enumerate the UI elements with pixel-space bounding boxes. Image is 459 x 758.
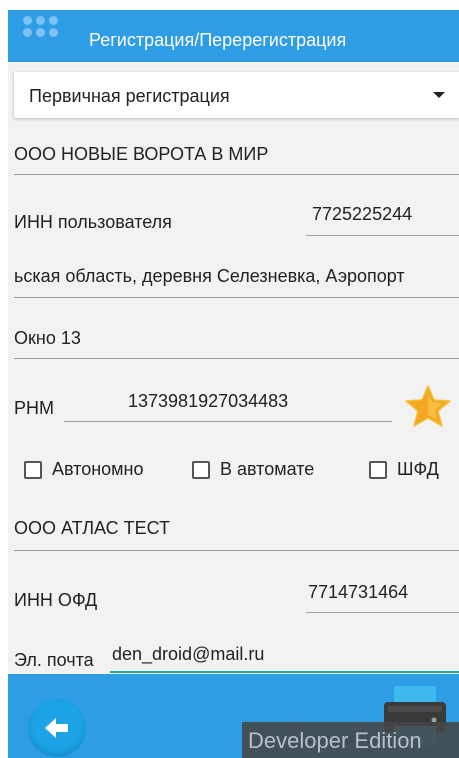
ofd-inn-underline bbox=[306, 612, 459, 613]
registration-type-value: Первичная регистрация bbox=[29, 86, 230, 106]
window-underline bbox=[14, 358, 459, 359]
address-underline bbox=[14, 297, 459, 298]
address-field[interactable]: ьская область, деревня Селезневка, Аэроп… bbox=[14, 266, 459, 287]
watermark-text: Developer Edition bbox=[248, 728, 422, 753]
checkbox-box bbox=[24, 460, 42, 479]
rnm-field[interactable]: 1373981927034483 bbox=[128, 391, 388, 412]
ofd-inn-field[interactable]: 7714731464 bbox=[308, 582, 452, 603]
registration-screen: Регистрация/Перерегистрация Первичная ре… bbox=[8, 10, 459, 758]
options-checkbox-row: Автономно В автомате ШФД bbox=[8, 456, 459, 484]
back-button[interactable] bbox=[28, 699, 86, 757]
user-inn-field[interactable]: 7725225244 bbox=[312, 204, 452, 225]
autonomous-checkbox[interactable]: Автономно bbox=[24, 459, 144, 480]
developer-edition-watermark: Developer Edition bbox=[242, 722, 459, 758]
rnm-label: РНМ bbox=[14, 398, 54, 418]
user-inn-underline bbox=[306, 235, 459, 236]
star-icon[interactable] bbox=[404, 384, 452, 428]
rnm-underline bbox=[64, 421, 392, 422]
arrow-left-icon bbox=[45, 718, 68, 738]
checkbox-box bbox=[369, 460, 387, 479]
ofd-name-underline bbox=[14, 550, 459, 551]
org-name-field[interactable]: ООО НОВЫЕ ВОРОТА В МИР bbox=[14, 144, 454, 165]
automatic-checkbox[interactable]: В автомате bbox=[192, 459, 314, 480]
autonomous-checkbox-label: Автономно bbox=[52, 459, 144, 479]
checkbox-box bbox=[192, 460, 210, 479]
app-title: Регистрация/Перерегистрация bbox=[89, 30, 347, 50]
registration-type-dropdown[interactable]: Первичная регистрация bbox=[14, 72, 459, 118]
ofd-name-field[interactable]: ООО АТЛАС ТЕСТ bbox=[14, 518, 454, 539]
app-logo-icon bbox=[21, 14, 71, 44]
user-inn-label: ИНН пользователя bbox=[14, 212, 172, 232]
automatic-checkbox-label: В автомате bbox=[220, 459, 315, 479]
shfd-checkbox[interactable]: ШФД bbox=[369, 459, 439, 480]
app-bar: Регистрация/Перерегистрация bbox=[8, 10, 459, 62]
shfd-checkbox-label: ШФД bbox=[397, 459, 439, 479]
window-field[interactable]: Окно 13 bbox=[14, 328, 454, 349]
email-label: Эл. почта bbox=[14, 650, 94, 670]
org-name-underline bbox=[14, 174, 459, 175]
email-field[interactable]: den_droid@mail.ru bbox=[112, 644, 452, 665]
email-underline-focused bbox=[110, 671, 459, 673]
chevron-down-icon bbox=[433, 92, 445, 98]
ofd-inn-label: ИНН ОФД bbox=[14, 590, 98, 610]
